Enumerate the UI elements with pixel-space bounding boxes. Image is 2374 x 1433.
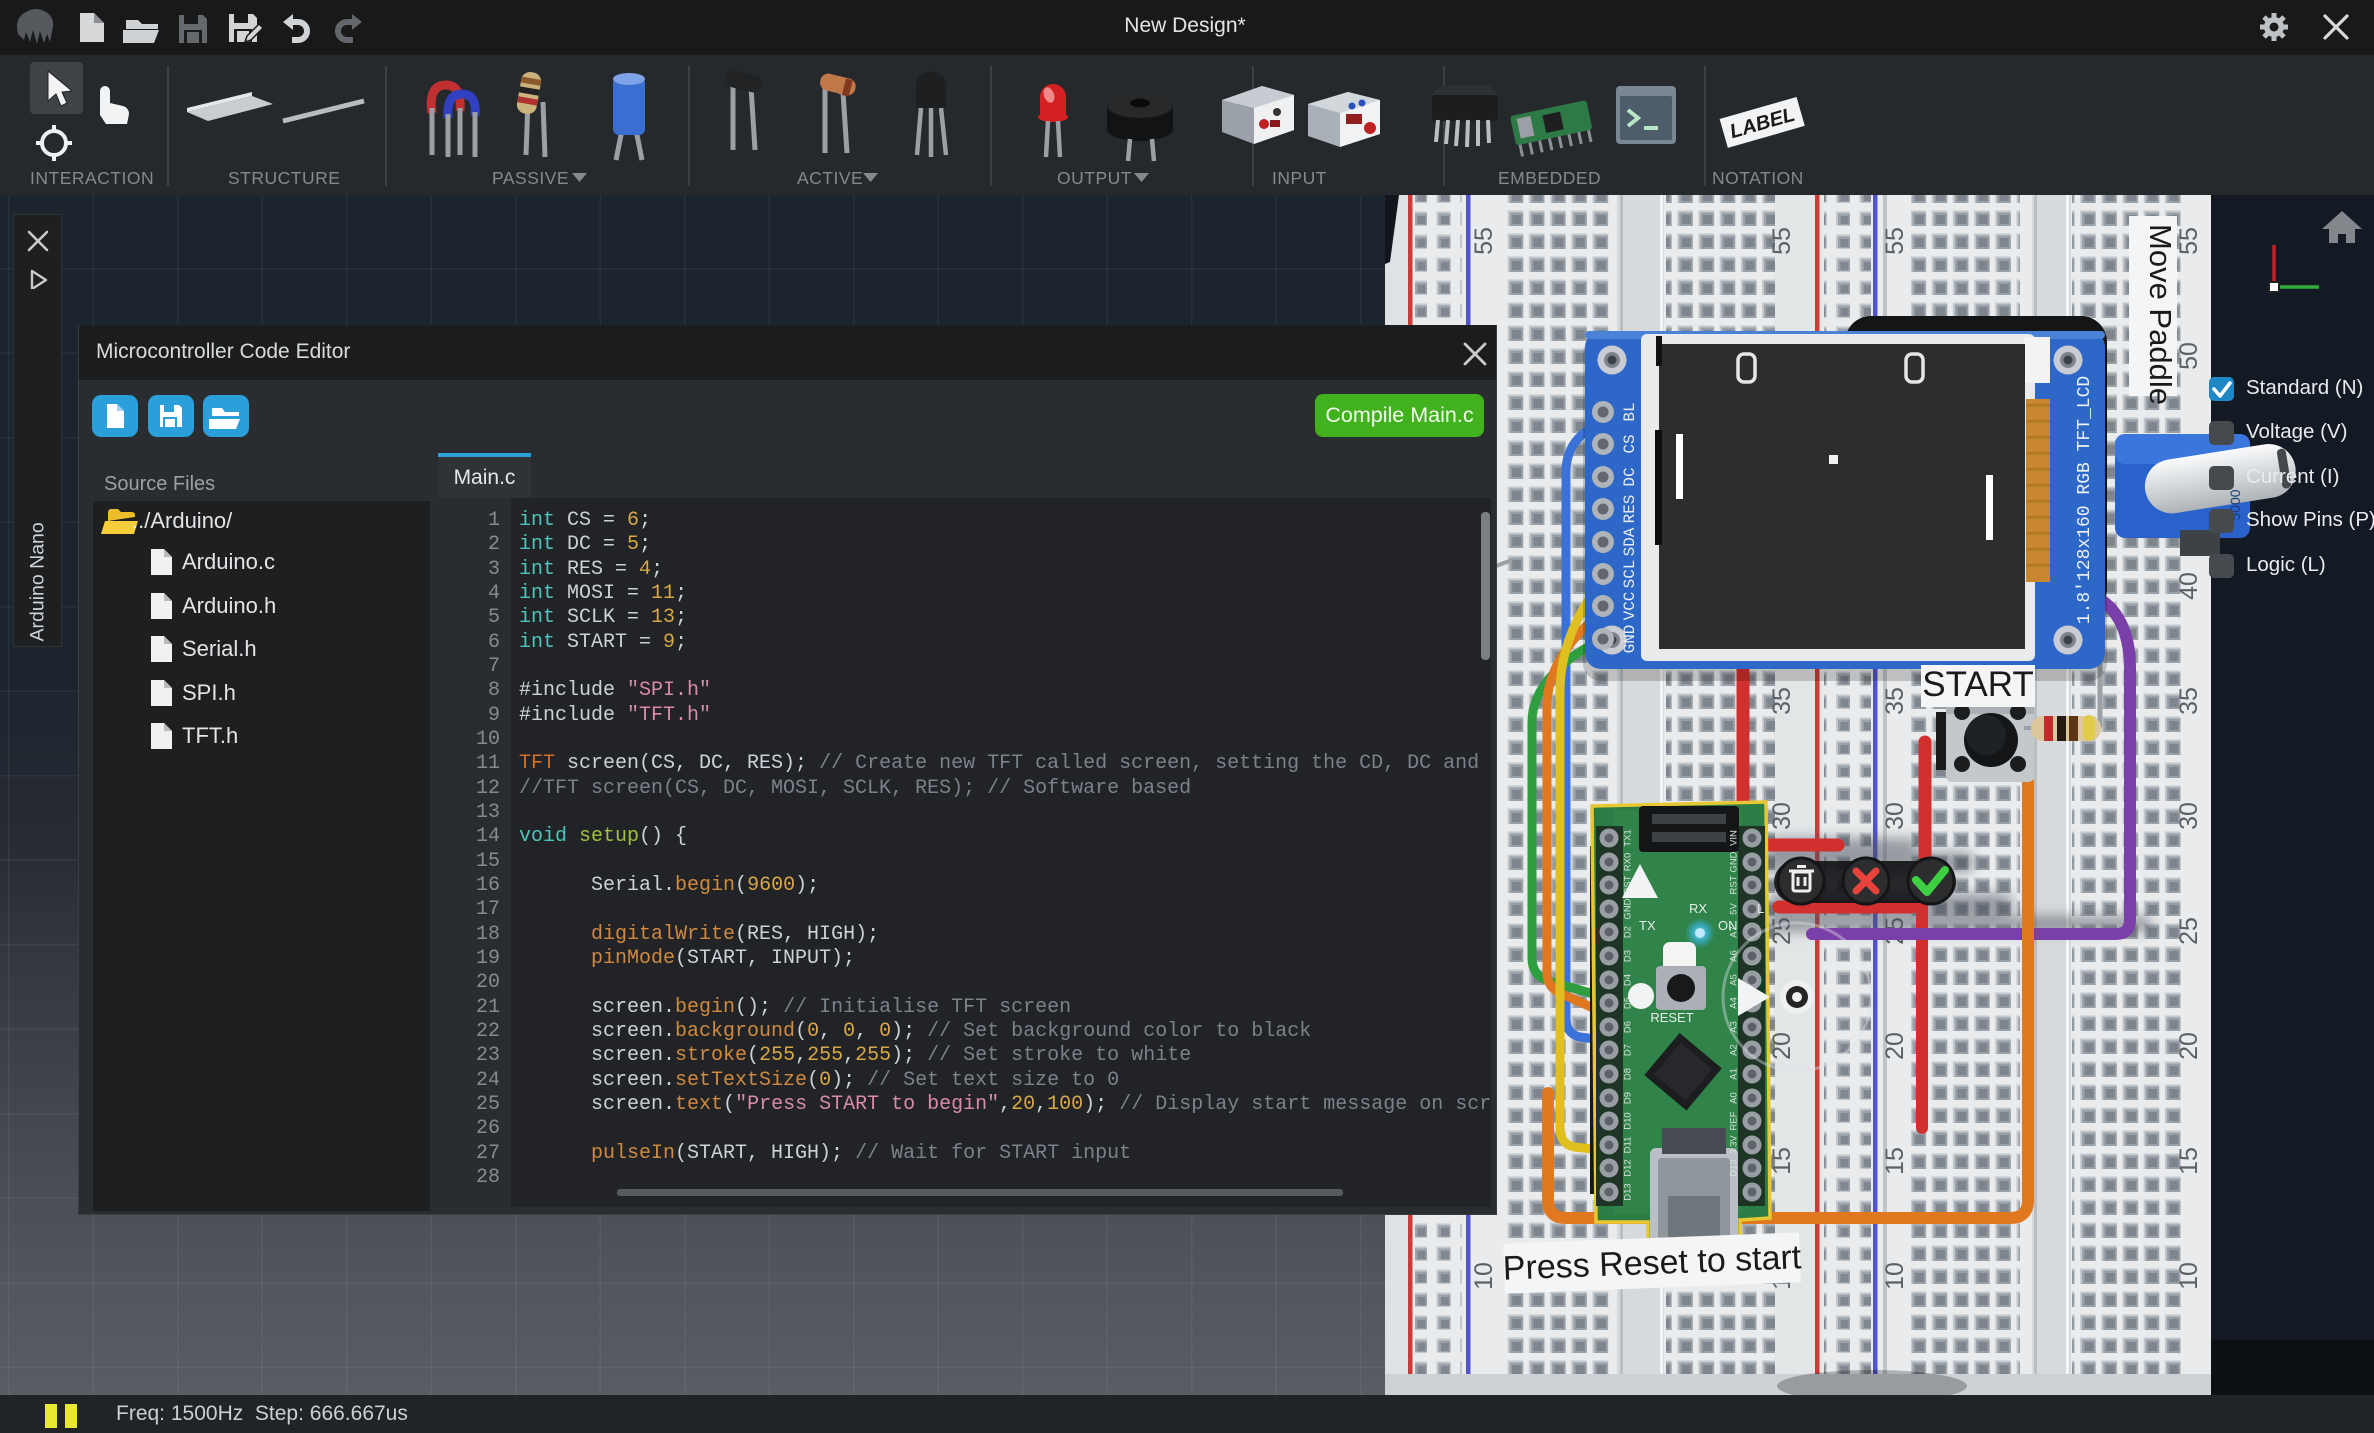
svg-text:30: 30 — [1881, 802, 1909, 830]
svg-text:ON: ON — [1718, 918, 1738, 933]
svg-text:5V: 5V — [1729, 903, 1740, 915]
svg-text:20: 20 — [2175, 1032, 2203, 1060]
svg-text:D12: D12 — [1623, 1159, 1634, 1176]
svg-text:55: 55 — [1470, 227, 1498, 255]
svg-text:55: 55 — [1881, 227, 1909, 255]
svg-text:D11: D11 — [1623, 1137, 1634, 1154]
svg-text:35: 35 — [1881, 687, 1909, 715]
svg-text:1.8'128x160 RGB TFT_LCD: 1.8'128x160 RGB TFT_LCD — [2075, 376, 2095, 624]
svg-text:10: 10 — [2175, 1262, 2203, 1290]
svg-text:50: 50 — [2175, 342, 2203, 370]
svg-text:GND: GND — [1621, 625, 1639, 654]
svg-text:RESET: RESET — [1650, 1010, 1693, 1025]
svg-text:35: 35 — [1768, 687, 1796, 715]
svg-text:35: 35 — [2175, 687, 2203, 715]
svg-text:15: 15 — [1768, 1147, 1796, 1175]
svg-text:30: 30 — [1768, 802, 1796, 830]
svg-text:SDA: SDA — [1621, 527, 1639, 556]
svg-text:GND: GND — [1623, 898, 1634, 919]
svg-text:20: 20 — [1881, 1032, 1909, 1060]
svg-text:D13: D13 — [1729, 1159, 1740, 1176]
svg-text:10: 10 — [1881, 1262, 1909, 1290]
svg-text:A5: A5 — [1729, 974, 1740, 986]
svg-text:RX0: RX0 — [1623, 853, 1634, 871]
svg-text:DC: DC — [1621, 467, 1639, 486]
svg-text:55: 55 — [2175, 227, 2203, 255]
svg-text:20: 20 — [1768, 1032, 1796, 1060]
svg-text:VIN: VIN — [1729, 830, 1740, 846]
svg-text:REF: REF — [1729, 1111, 1740, 1130]
svg-text:SCL: SCL — [1621, 560, 1639, 589]
svg-text:GND: GND — [1729, 851, 1740, 872]
svg-text:TX: TX — [1639, 918, 1656, 933]
svg-text:D13: D13 — [1623, 1183, 1634, 1200]
svg-text:A4: A4 — [1729, 997, 1740, 1009]
svg-text:RES: RES — [1621, 495, 1639, 524]
svg-text:D2: D2 — [1623, 926, 1634, 938]
svg-text:RST: RST — [1729, 875, 1740, 894]
svg-text:RX: RX — [1689, 901, 1707, 916]
svg-text:A2: A2 — [1729, 1044, 1740, 1056]
svg-text:D6: D6 — [1623, 1021, 1634, 1033]
svg-text:15: 15 — [1881, 1147, 1909, 1175]
svg-text:D7: D7 — [1623, 1044, 1634, 1056]
svg-text:D4: D4 — [1623, 974, 1634, 986]
svg-text:TX1: TX1 — [1623, 829, 1634, 846]
svg-text:A1: A1 — [1729, 1068, 1740, 1080]
svg-text:40: 40 — [2175, 572, 2203, 600]
svg-text:3.3V: 3.3V — [1729, 1135, 1740, 1155]
svg-text:CS: CS — [1621, 434, 1639, 453]
svg-text:10: 10 — [1470, 1262, 1498, 1290]
svg-text:D8: D8 — [1623, 1068, 1634, 1080]
svg-text:START: START — [1922, 665, 2034, 704]
svg-text:L: L — [1757, 901, 1764, 916]
svg-text:55: 55 — [1768, 227, 1796, 255]
svg-text:30: 30 — [2175, 802, 2203, 830]
svg-text:D9: D9 — [1623, 1092, 1634, 1104]
svg-text:D10: D10 — [1623, 1112, 1634, 1129]
svg-text:BL: BL — [1621, 402, 1639, 421]
svg-text:15: 15 — [2175, 1147, 2203, 1175]
svg-text:25: 25 — [2175, 917, 2203, 945]
svg-text:Move Paddle: Move Paddle — [2143, 224, 2178, 405]
svg-text:VCC: VCC — [1621, 592, 1639, 621]
svg-text:D3: D3 — [1623, 950, 1634, 962]
svg-text:A0: A0 — [1729, 1092, 1740, 1104]
